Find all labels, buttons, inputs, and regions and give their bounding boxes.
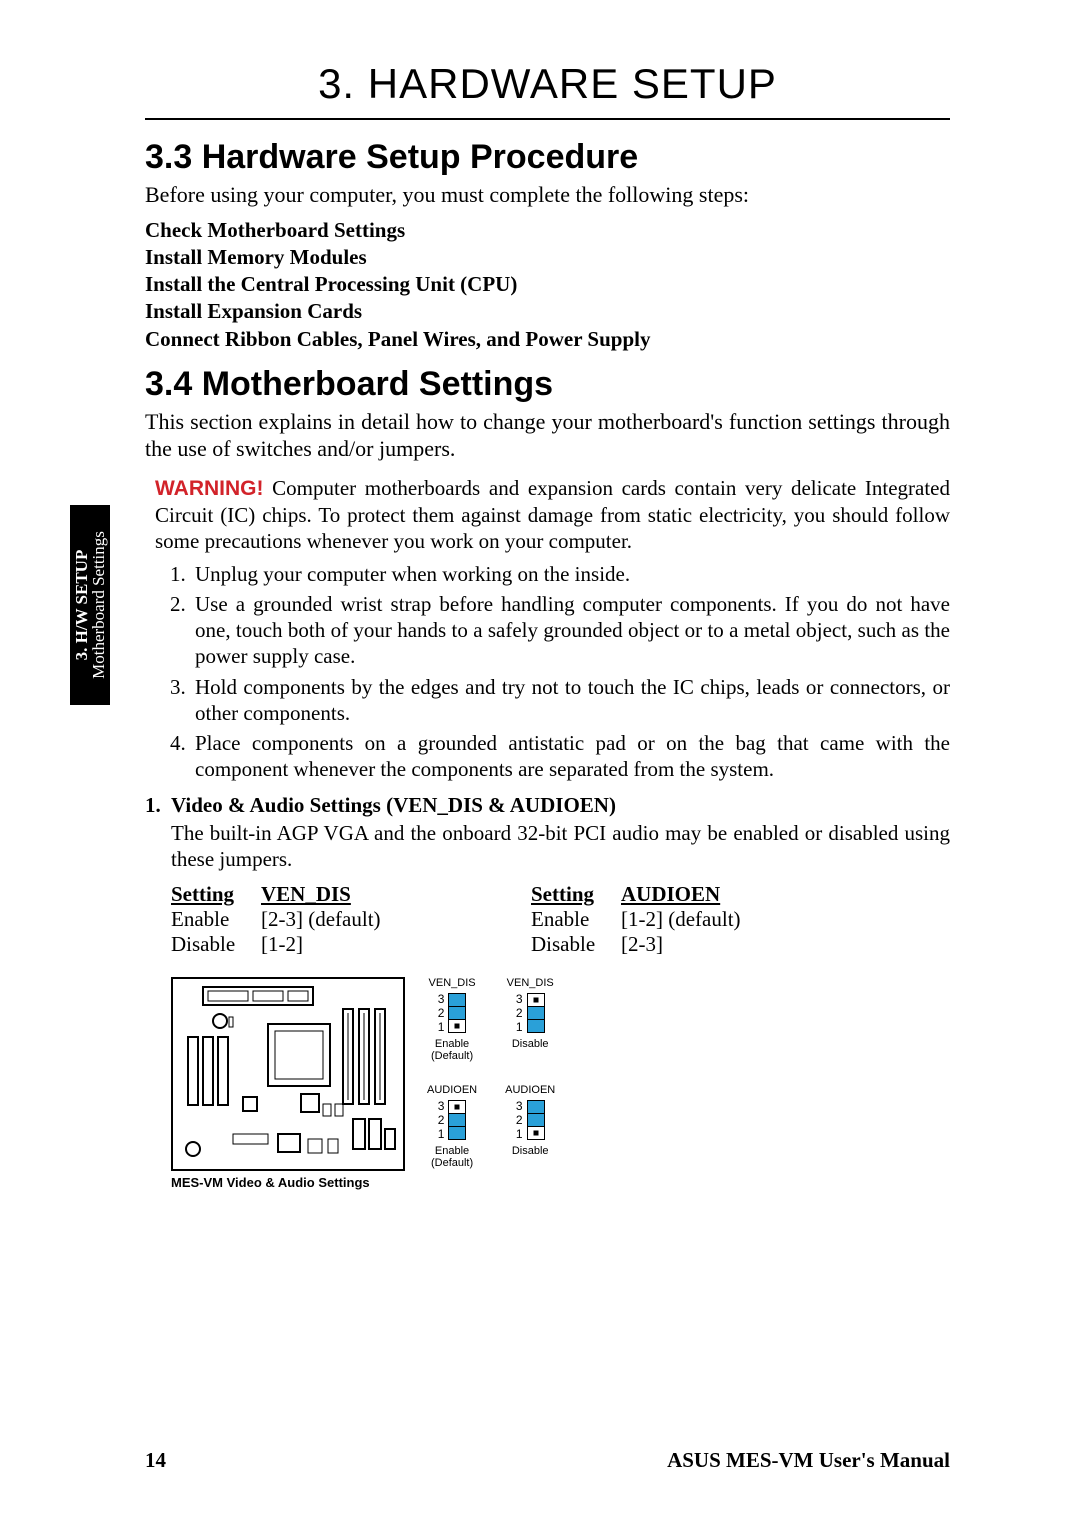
warning-text: Computer motherboards and expansion card…	[155, 476, 950, 554]
steps-list: Check Motherboard Settings Install Memor…	[145, 217, 950, 353]
jumper-vendis-disable: VEN_DIS 321 Disable	[505, 977, 555, 1062]
motherboard-diagram	[171, 977, 405, 1171]
diagram-caption: MES-VM Video & Audio Settings	[171, 1175, 405, 1190]
td: Enable	[531, 907, 621, 932]
precautions-list: Unplug your computer when working on the…	[155, 561, 950, 783]
jumper-vendis-enable: VEN_DIS 321 Enable(Default)	[427, 977, 477, 1062]
warning-label: WARNING!	[155, 477, 264, 500]
jumper-audioen-disable: AUDIOEN 321 Disable	[505, 1084, 555, 1169]
table-vendis: SettingVEN_DIS Enable[2-3] (default) Dis…	[171, 882, 431, 957]
jlabel: AUDIOEN	[505, 1084, 555, 1096]
warning-box: WARNING! Computer motherboards and expan…	[145, 467, 950, 783]
precaution: Place components on a grounded antistati…	[191, 730, 950, 783]
jumper-audioen-enable: AUDIOEN 321 Enable(Default)	[427, 1084, 477, 1169]
intro-34: This section explains in detail how to c…	[145, 408, 950, 463]
step: Install the Central Processing Unit (CPU…	[145, 271, 950, 298]
precaution: Hold components by the edges and try not…	[191, 674, 950, 727]
precaution: Unplug your computer when working on the…	[191, 561, 950, 587]
side-tab-line2: Motherboard Settings	[89, 531, 108, 679]
sub1-num: 1.	[145, 793, 171, 818]
td: Disable	[531, 932, 621, 957]
td: Disable	[171, 932, 261, 957]
td: [2-3]	[621, 932, 791, 957]
jumper-tables: SettingVEN_DIS Enable[2-3] (default) Dis…	[171, 882, 950, 957]
warning-paragraph: WARNING! Computer motherboards and expan…	[155, 475, 950, 555]
td: Enable	[171, 907, 261, 932]
pin-strip	[448, 993, 466, 1033]
heading-33: 3.3 Hardware Setup Procedure	[145, 138, 950, 177]
jumper-diagrams: VEN_DIS 321 Enable(Default) VEN_DIS 321	[427, 977, 555, 1169]
diagram-area: MES-VM Video & Audio Settings VEN_DIS 32…	[171, 977, 950, 1190]
th: AUDIOEN	[621, 882, 791, 907]
th: VEN_DIS	[261, 882, 431, 907]
page-number: 14	[145, 1448, 166, 1473]
step: Connect Ribbon Cables, Panel Wires, and …	[145, 326, 950, 353]
intro-33: Before using your computer, you must com…	[145, 181, 950, 209]
td: [1-2]	[261, 932, 431, 957]
precaution: Use a grounded wrist strap before handli…	[191, 591, 950, 670]
th: Setting	[531, 882, 621, 907]
motherboard-diagram-wrap: MES-VM Video & Audio Settings	[171, 977, 405, 1190]
side-tab: 3. H/W SETUP Motherboard Settings	[70, 505, 110, 705]
heading-34: 3.4 Motherboard Settings	[145, 365, 950, 404]
sub1-body: The built-in AGP VGA and the onboard 32-…	[171, 820, 950, 873]
footer: 14 ASUS MES-VM User's Manual	[145, 1448, 950, 1473]
sub1-title: Video & Audio Settings (VEN_DIS & AUDIOE…	[171, 793, 616, 817]
pin-strip	[448, 1100, 466, 1140]
step: Check Motherboard Settings	[145, 217, 950, 244]
chapter-title: 3. HARDWARE SETUP	[145, 60, 950, 108]
th: Setting	[171, 882, 261, 907]
footer-title: ASUS MES-VM User's Manual	[667, 1448, 950, 1473]
step: Install Memory Modules	[145, 244, 950, 271]
page: 3. H/W SETUP Motherboard Settings 3. HAR…	[0, 0, 1080, 1528]
td: [1-2] (default)	[621, 907, 791, 932]
step: Install Expansion Cards	[145, 298, 950, 325]
sub1-heading: 1.Video & Audio Settings (VEN_DIS & AUDI…	[145, 793, 950, 818]
jlabel: VEN_DIS	[427, 977, 477, 989]
jlabel: AUDIOEN	[427, 1084, 477, 1096]
td: [2-3] (default)	[261, 907, 431, 932]
table-audioen: SettingAUDIOEN Enable[1-2] (default) Dis…	[531, 882, 791, 957]
rule	[145, 118, 950, 120]
pin-strip	[527, 1100, 545, 1140]
pin-strip	[527, 993, 545, 1033]
jlabel: VEN_DIS	[505, 977, 555, 989]
